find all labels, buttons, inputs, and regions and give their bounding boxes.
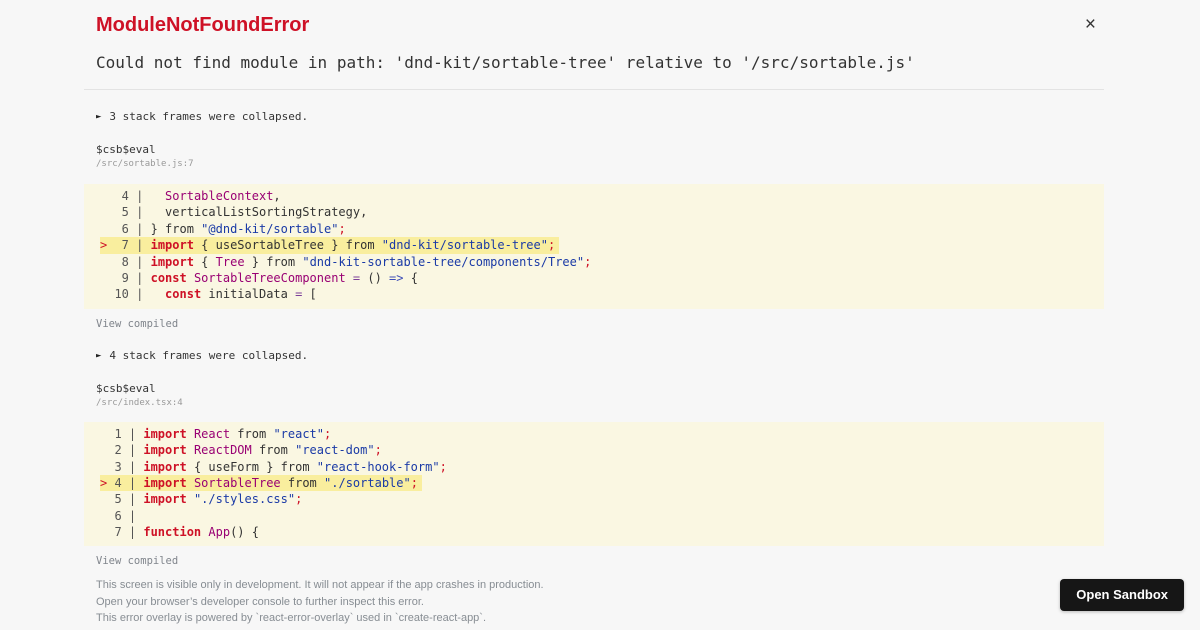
error-message: Could not find module in path: 'dnd-kit/… bbox=[96, 53, 915, 72]
gutter-space bbox=[100, 189, 107, 203]
close-icon[interactable]: × bbox=[1083, 13, 1098, 36]
code-line: 7 | function App() { bbox=[100, 524, 1104, 540]
code-line: 9 | const SortableTreeComponent = () => … bbox=[100, 270, 1104, 286]
gutter-space bbox=[100, 492, 107, 506]
code-line: 4 | SortableContext, bbox=[100, 188, 1104, 204]
open-sandbox-button[interactable]: Open Sandbox bbox=[1060, 579, 1184, 611]
gutter-space bbox=[100, 255, 107, 269]
error-line-marker: > bbox=[100, 475, 108, 490]
footer-line-development: This screen is visible only in developme… bbox=[96, 579, 544, 592]
error-overlay: × ModuleNotFoundError Could not find mod… bbox=[84, 0, 1104, 627]
code-line: 2 | import ReactDOM from "react-dom"; bbox=[100, 442, 1104, 458]
frame-file-location: /src/sortable.js:7 bbox=[96, 159, 194, 169]
gutter-space bbox=[100, 222, 107, 236]
view-compiled-link[interactable]: View compiled bbox=[96, 318, 1092, 330]
footer-note: This screen is visible only in developme… bbox=[96, 577, 1092, 627]
frame-function-name: $csb$eval bbox=[96, 381, 156, 395]
collapse-arrow-icon: ► bbox=[96, 112, 102, 122]
gutter-space bbox=[100, 509, 107, 523]
frame-file-location: /src/index.tsx:4 bbox=[96, 397, 183, 408]
view-compiled-link[interactable]: View compiled bbox=[96, 555, 1092, 567]
footer-line-console: Open your browser’s developer console to… bbox=[96, 595, 424, 608]
gutter-space bbox=[100, 205, 107, 219]
gutter-space bbox=[100, 427, 107, 441]
gutter-space bbox=[100, 287, 107, 301]
code-line: 8 | import { Tree } from "dnd-kit-sortab… bbox=[100, 254, 1104, 270]
code-line: 10 | const initialData = [ bbox=[100, 286, 1104, 302]
code-line: 5 | verticalListSortingStrategy, bbox=[100, 204, 1104, 220]
footer-line-powered-by: This error overlay is powered by `react-… bbox=[96, 612, 487, 625]
code-line: > 7 | import { useSortableTree } from "d… bbox=[100, 237, 1104, 254]
error-line-marker: > bbox=[100, 238, 108, 253]
gutter-space bbox=[100, 460, 107, 474]
stack-collapse-toggle[interactable]: ► 3 stack frames were collapsed. bbox=[96, 110, 1092, 124]
code-frame: 4 | SortableContext, 5 | verticalListSor… bbox=[84, 184, 1104, 309]
collapse-arrow-icon: ► bbox=[96, 350, 102, 361]
code-line: 3 | import { useForm } from "react-hook-… bbox=[100, 459, 1104, 475]
gutter-space bbox=[100, 525, 107, 539]
code-frame: 1 | import React from "react"; 2 | impor… bbox=[84, 421, 1104, 547]
code-line: > 4 | import SortableTree from "./sortab… bbox=[100, 474, 1104, 492]
gutter-space bbox=[100, 443, 107, 457]
code-line: 6 | } from "@dnd-kit/sortable"; bbox=[100, 221, 1104, 237]
code-line: 5 | import "./styles.css"; bbox=[100, 491, 1104, 507]
header-divider bbox=[84, 89, 1104, 90]
frame-function-name: $csb$eval bbox=[96, 143, 156, 156]
stack-collapse-label: 3 stack frames were collapsed. bbox=[109, 110, 309, 123]
code-line: 1 | import React from "react"; bbox=[100, 426, 1104, 442]
stack-collapse-label: 4 stack frames were collapsed. bbox=[109, 348, 309, 362]
stack-collapse-toggle[interactable]: ► 4 stack frames were collapsed. bbox=[96, 349, 1092, 363]
code-line: 6 | bbox=[100, 508, 1104, 524]
gutter-space bbox=[100, 271, 107, 285]
page-title: ModuleNotFoundError bbox=[96, 14, 310, 36]
